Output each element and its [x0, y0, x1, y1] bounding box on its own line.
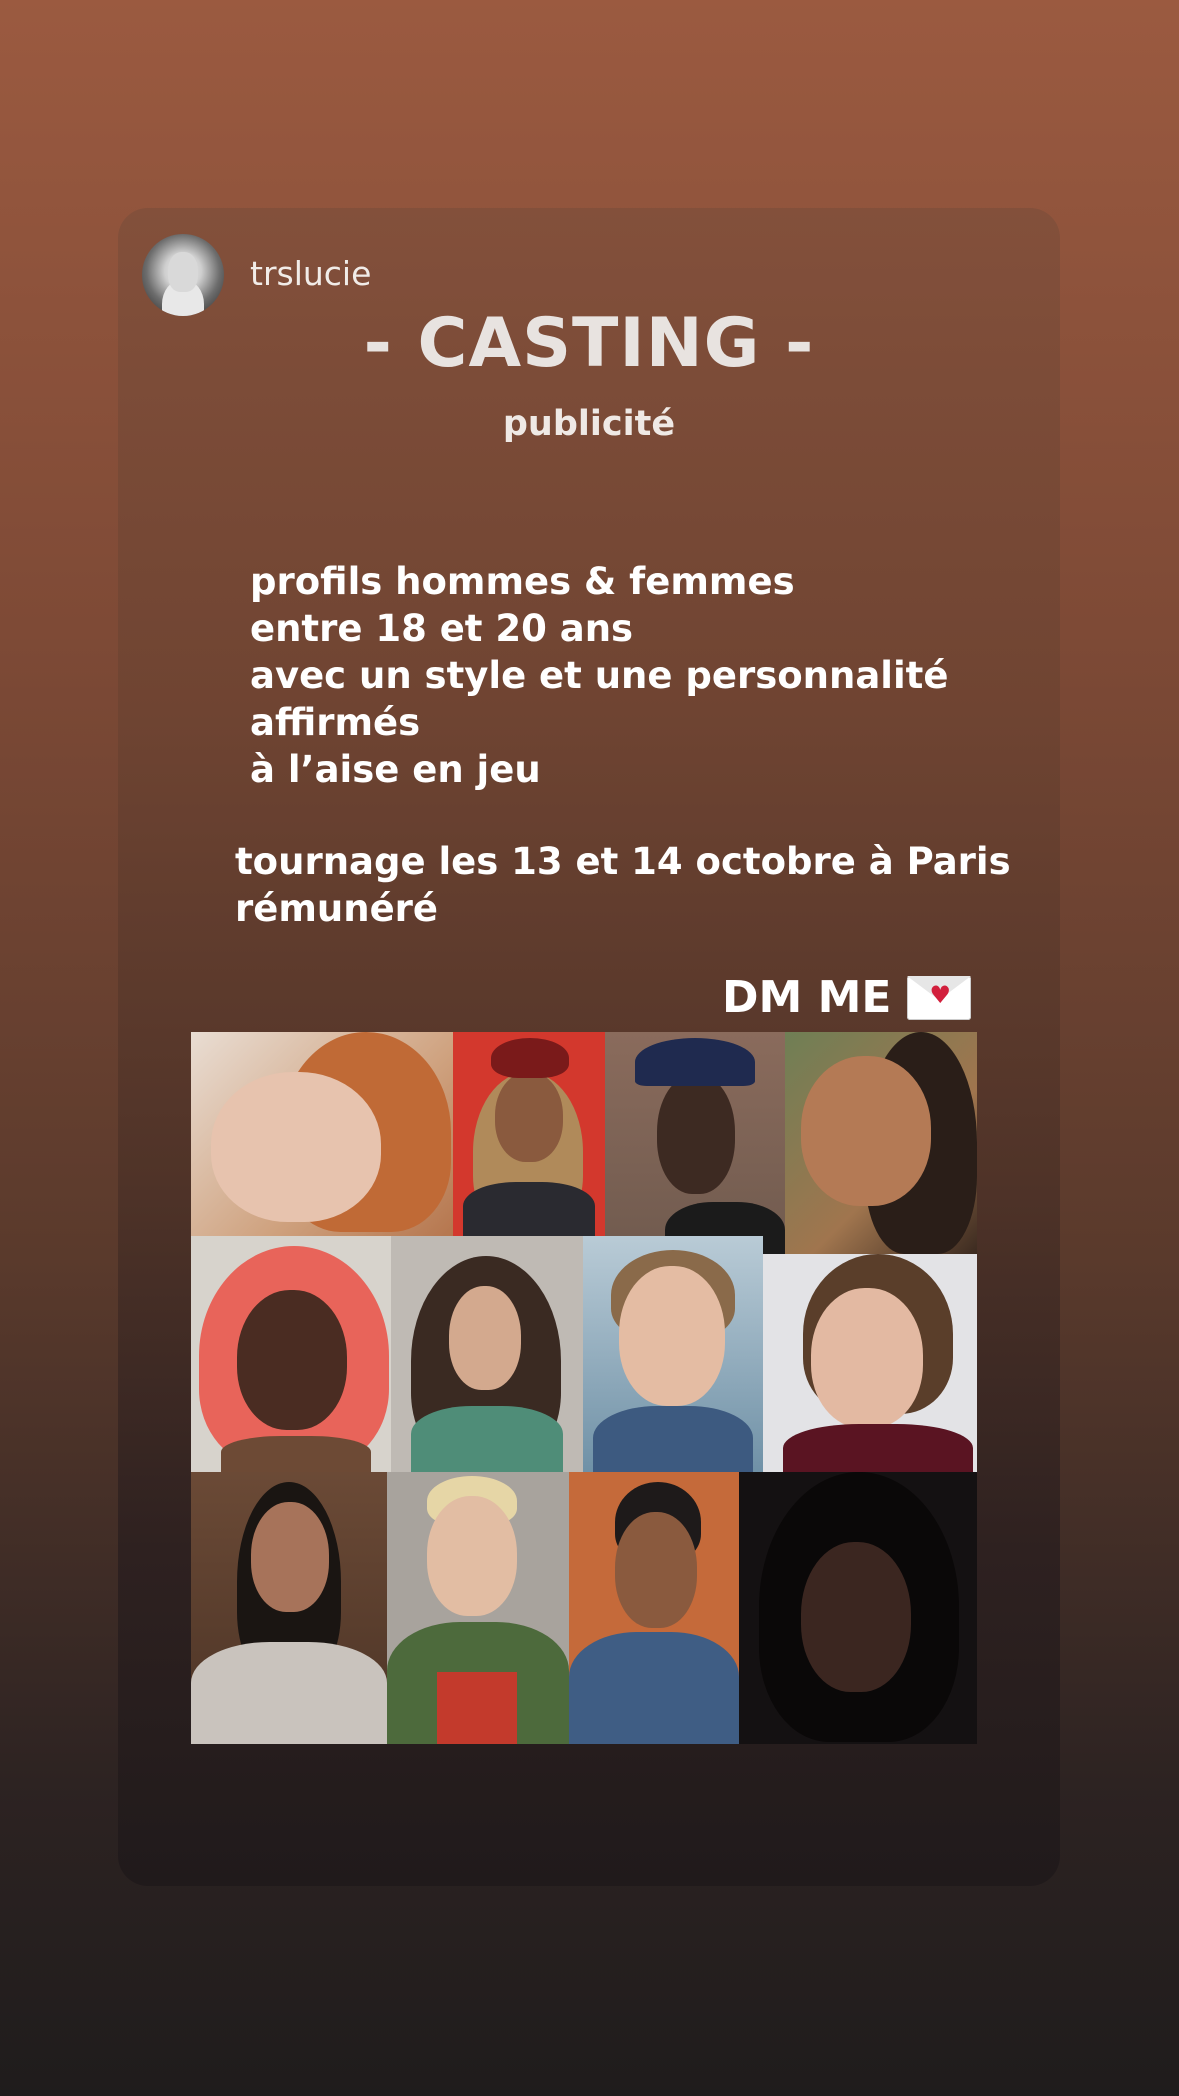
requirement-line: profils hommes & femmes — [250, 560, 795, 603]
requirement-line: affirmés — [250, 701, 421, 744]
requirement-line: entre 18 et 20 ans — [250, 607, 634, 650]
post-username[interactable]: trslucie — [250, 254, 371, 293]
love-letter-envelope-icon: ♥ — [907, 975, 972, 1020]
detail-line: tournage les 13 et 14 octobre à Paris — [235, 840, 1011, 883]
detail-line: rémunéré — [235, 887, 439, 930]
requirement-line: avec un style et une personnalité — [250, 654, 949, 697]
portrait-photo — [763, 1254, 977, 1480]
portrait-photo — [387, 1472, 569, 1744]
portrait-photo — [191, 1472, 387, 1744]
dm-me-callout: DM ME ♥ — [722, 972, 972, 1023]
casting-title: - CASTING - — [363, 304, 815, 383]
story-screen: { "story": { "username": "trslucie", "ti… — [0, 0, 1179, 2096]
portrait-photo — [785, 1032, 977, 1254]
portrait-photo — [605, 1032, 785, 1264]
requirements-block: profils hommes & femmes entre 18 et 20 a… — [250, 558, 948, 793]
portrait-photo — [191, 1032, 453, 1236]
portrait-photo — [739, 1472, 977, 1744]
requirement-line: à l’aise en jeu — [250, 748, 541, 791]
dm-me-label: DM ME — [722, 972, 892, 1023]
portrait-photo — [569, 1472, 739, 1744]
portrait-photo — [453, 1032, 605, 1236]
details-block: tournage les 13 et 14 octobre à Paris ré… — [235, 838, 1011, 932]
shared-post-card[interactable]: trslucie - CASTING - publicité profils h… — [118, 208, 1060, 1886]
portrait-photo — [583, 1236, 763, 1480]
portrait-photo — [391, 1236, 583, 1472]
portrait-collage — [191, 1032, 977, 1744]
portrait-photo — [191, 1236, 391, 1472]
casting-subtitle: publicité — [502, 404, 676, 444]
